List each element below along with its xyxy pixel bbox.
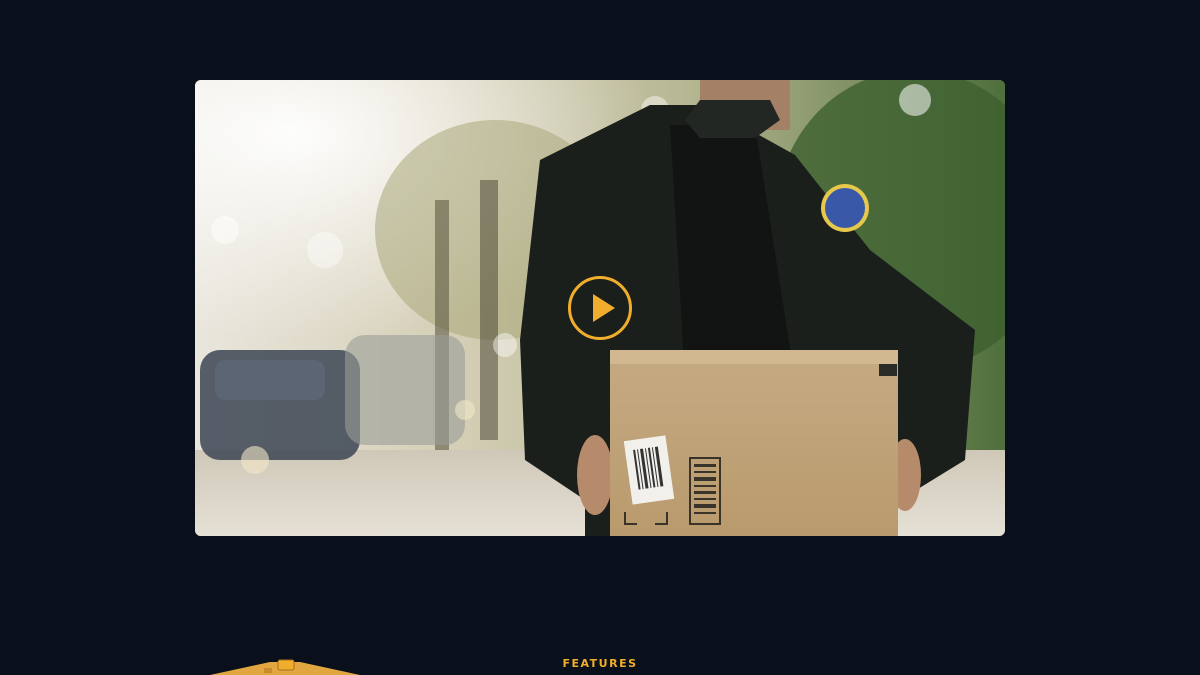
page: FEATURES (0, 0, 1200, 675)
play-button[interactable] (568, 276, 632, 340)
play-icon (593, 294, 615, 322)
video-card[interactable] (195, 80, 1005, 536)
feature-illustration (210, 659, 360, 675)
features-eyebrow: FEATURES (562, 657, 638, 670)
